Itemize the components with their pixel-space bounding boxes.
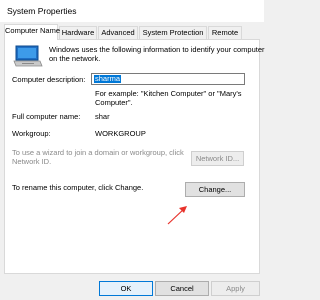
- dialog-footer: OK Cancel Apply: [0, 278, 264, 300]
- window-title: System Properties: [7, 6, 77, 16]
- workgroup-label: Workgroup:: [12, 129, 51, 138]
- cancel-button[interactable]: Cancel: [155, 281, 209, 296]
- computer-icon: [13, 45, 43, 69]
- rename-text: To rename this computer, click Change.: [12, 183, 144, 192]
- title-bar: System Properties: [0, 0, 264, 22]
- network-id-text-line2: Network ID.: [12, 157, 52, 166]
- tab-advanced[interactable]: Advanced: [98, 26, 138, 39]
- tab-label: Remote: [211, 28, 239, 37]
- tab-label: Advanced: [101, 28, 135, 37]
- description-hint-line1: For example: "Kitchen Computer" or "Mary…: [95, 89, 242, 98]
- tab-label: Computer Name: [5, 26, 61, 35]
- tab-computer-name[interactable]: Computer Name: [4, 24, 61, 40]
- workgroup-value: WORKGROUP: [95, 129, 146, 138]
- tab-remote[interactable]: Remote: [208, 26, 242, 39]
- tab-label: Hardware: [61, 28, 95, 37]
- computer-description-input[interactable]: sharma: [91, 73, 245, 85]
- description-hint-line2: Computer".: [95, 98, 133, 107]
- tab-hardware[interactable]: Hardware: [59, 26, 97, 39]
- full-computer-name-value: shar: [95, 112, 110, 121]
- tab-strip: Computer Name Hardware Advanced System P…: [4, 24, 260, 40]
- computer-description-value: sharma: [94, 74, 122, 83]
- computer-description-label: Computer description:: [12, 75, 86, 84]
- annotation-arrow-icon: [165, 203, 191, 227]
- intro-text-line1: Windows uses the following information t…: [49, 45, 265, 54]
- computer-name-panel: Windows uses the following information t…: [4, 39, 265, 274]
- ok-button[interactable]: OK: [99, 281, 153, 296]
- system-properties-window: System Properties Computer Name Hardware…: [0, 0, 265, 300]
- tab-label: System Protection: [142, 28, 204, 37]
- network-id-button[interactable]: Network ID...: [191, 151, 244, 166]
- change-button[interactable]: Change...: [185, 182, 245, 197]
- tab-system-protection[interactable]: System Protection: [139, 26, 207, 39]
- apply-button[interactable]: Apply: [211, 281, 260, 296]
- full-computer-name-label: Full computer name:: [12, 112, 81, 121]
- intro-text-line2: on the network.: [49, 54, 101, 63]
- network-id-text-line1: To use a wizard to join a domain or work…: [12, 148, 184, 157]
